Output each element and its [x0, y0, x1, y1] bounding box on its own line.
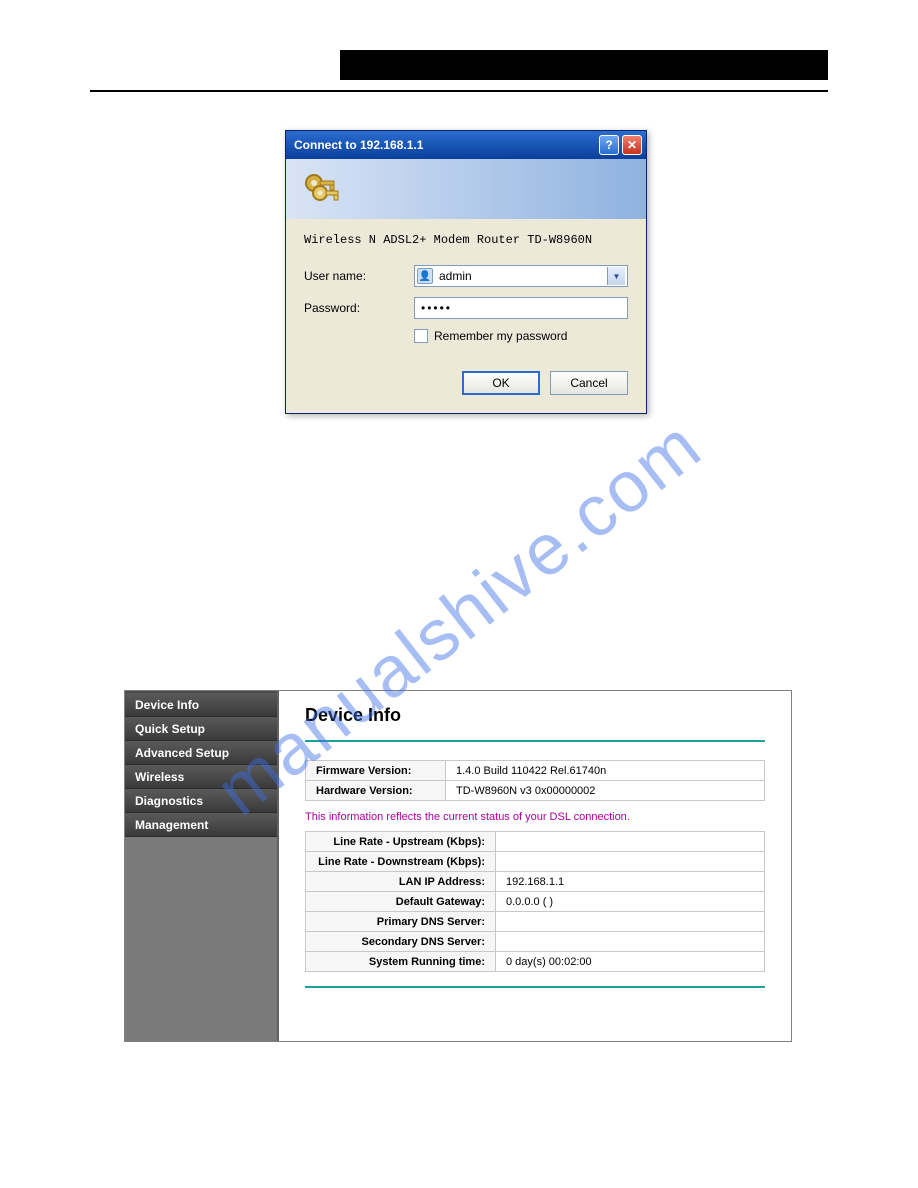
table-row: Default Gateway:0.0.0.0 ( ): [306, 892, 765, 912]
table-row: LAN IP Address:192.168.1.1: [306, 872, 765, 892]
remember-checkbox[interactable]: [414, 329, 428, 343]
status-table: Line Rate - Upstream (Kbps):Line Rate - …: [305, 831, 765, 972]
table-row: System Running time:0 day(s) 00:02:00: [306, 952, 765, 972]
row-label: Line Rate - Downstream (Kbps):: [306, 852, 496, 872]
row-label: System Running time:: [306, 952, 496, 972]
footer-divider: [305, 986, 765, 988]
nav-item-device-info[interactable]: Device Info: [125, 693, 277, 717]
row-value: 1.4.0 Build 110422 Rel.61740n: [446, 761, 765, 781]
nav-item-advanced-setup[interactable]: Advanced Setup: [125, 741, 277, 765]
user-icon: [417, 268, 433, 284]
sidebar: Device InfoQuick SetupAdvanced SetupWire…: [125, 691, 277, 1041]
row-value: 0 day(s) 00:02:00: [496, 952, 765, 972]
table-row: Line Rate - Upstream (Kbps):: [306, 832, 765, 852]
row-label: Primary DNS Server:: [306, 912, 496, 932]
login-dialog: Connect to 192.168.1.1 ? ✕ Wireless N AD…: [285, 130, 647, 414]
table-row: Primary DNS Server:: [306, 912, 765, 932]
username-value: admin: [439, 269, 607, 283]
row-value: [496, 852, 765, 872]
row-value: TD-W8960N v3 0x00000002: [446, 781, 765, 801]
row-label: Default Gateway:: [306, 892, 496, 912]
password-input[interactable]: [414, 297, 628, 319]
dialog-prompt: Wireless N ADSL2+ Modem Router TD-W8960N: [304, 233, 628, 247]
ok-button[interactable]: OK: [462, 371, 540, 395]
row-label: Secondary DNS Server:: [306, 932, 496, 952]
content-pane: Device Info Firmware Version:1.4.0 Build…: [277, 691, 791, 1041]
status-note: This information reflects the current st…: [305, 811, 765, 823]
row-value: 0.0.0.0 ( ): [496, 892, 765, 912]
row-label: LAN IP Address:: [306, 872, 496, 892]
row-label: Hardware Version:: [306, 781, 446, 801]
cancel-button[interactable]: Cancel: [550, 371, 628, 395]
row-value: [496, 912, 765, 932]
table-row: Secondary DNS Server:: [306, 932, 765, 952]
page-heading: Device Info: [305, 705, 765, 726]
keys-icon: [300, 167, 344, 211]
remember-label: Remember my password: [434, 329, 567, 343]
row-value: [496, 932, 765, 952]
router-admin-panel: Device InfoQuick SetupAdvanced SetupWire…: [124, 690, 792, 1042]
version-table: Firmware Version:1.4.0 Build 110422 Rel.…: [305, 760, 765, 801]
table-row: Hardware Version:TD-W8960N v3 0x00000002: [306, 781, 765, 801]
nav-item-management[interactable]: Management: [125, 813, 277, 837]
username-combo[interactable]: admin ▼: [414, 265, 628, 287]
chevron-down-icon[interactable]: ▼: [607, 267, 625, 285]
dialog-titlebar[interactable]: Connect to 192.168.1.1 ? ✕: [286, 131, 646, 159]
table-row: Firmware Version:1.4.0 Build 110422 Rel.…: [306, 761, 765, 781]
header-divider: [90, 90, 828, 92]
header-blackbar: [340, 50, 828, 80]
heading-divider: [305, 740, 765, 742]
table-row: Line Rate - Downstream (Kbps):: [306, 852, 765, 872]
nav-item-diagnostics[interactable]: Diagnostics: [125, 789, 277, 813]
dialog-title: Connect to 192.168.1.1: [294, 138, 599, 152]
nav-item-quick-setup[interactable]: Quick Setup: [125, 717, 277, 741]
row-label: Firmware Version:: [306, 761, 446, 781]
help-button[interactable]: ?: [599, 135, 619, 155]
row-value: [496, 832, 765, 852]
dialog-banner: [286, 159, 646, 219]
password-label: Password:: [304, 301, 414, 315]
nav-item-wireless[interactable]: Wireless: [125, 765, 277, 789]
row-label: Line Rate - Upstream (Kbps):: [306, 832, 496, 852]
close-button[interactable]: ✕: [622, 135, 642, 155]
username-label: User name:: [304, 269, 414, 283]
row-value: 192.168.1.1: [496, 872, 765, 892]
